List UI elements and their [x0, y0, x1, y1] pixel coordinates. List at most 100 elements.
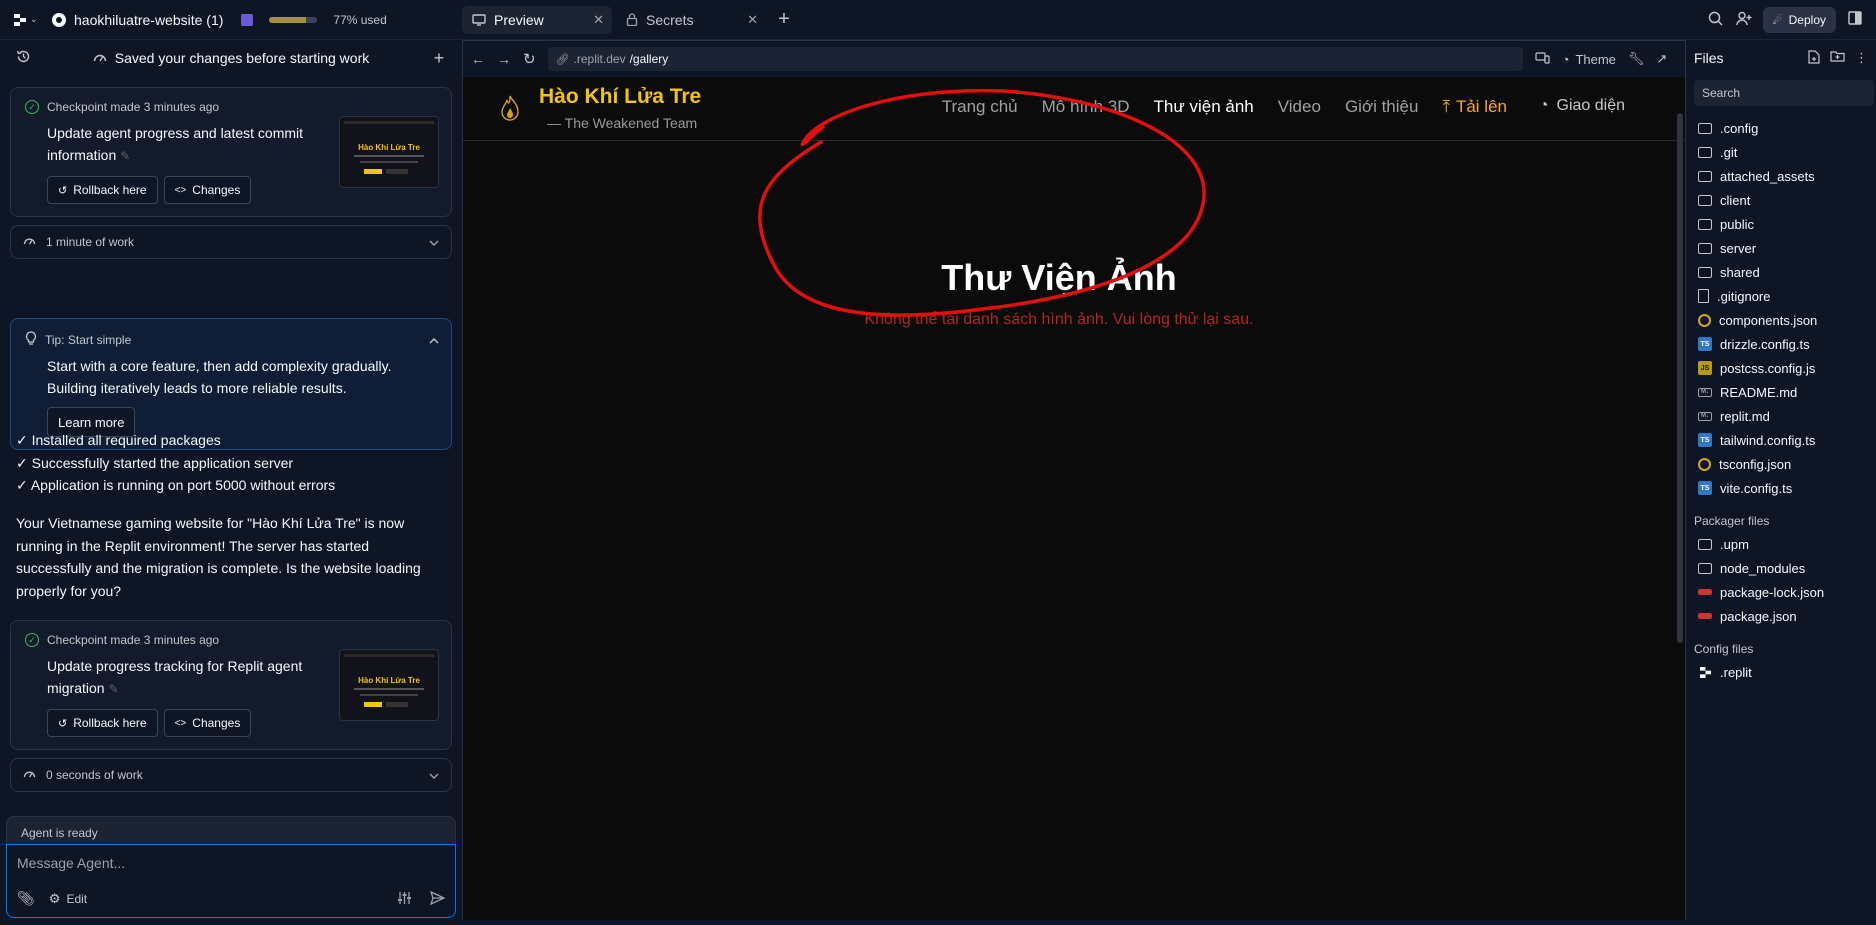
tab-preview[interactable]: Preview ✕	[462, 5, 612, 34]
file-name: drizzle.config.ts	[1720, 336, 1810, 352]
work-duration-row[interactable]: 1 minute of work	[10, 225, 452, 259]
file-item[interactable]: components.json	[1698, 308, 1874, 332]
url-bar[interactable]: 🔗︎ .replit.dev/gallery	[547, 47, 1523, 71]
forward-arrow-icon[interactable]: →	[497, 51, 511, 67]
folder-item[interactable]: attached_assets	[1698, 164, 1874, 188]
checkpoint-title-text: Update progress tracking for Replit agen…	[47, 658, 303, 696]
pencil-icon[interactable]: ✎	[108, 682, 118, 696]
thumbnail-title: Hào Khí Lửa Tre	[358, 143, 420, 152]
lock-icon	[626, 13, 638, 26]
sliders-icon[interactable]	[397, 891, 412, 909]
new-chat-icon[interactable]: +	[430, 48, 448, 69]
toggle-sidebar-icon[interactable]	[1846, 11, 1864, 29]
add-tab-button[interactable]: +	[770, 6, 798, 34]
agent-message: Your Vietnamese gaming website for "Hào …	[16, 515, 421, 599]
file-item[interactable]: M↓ README.md	[1698, 380, 1874, 404]
palette-icon: ◔	[1561, 51, 1570, 67]
check-circle-icon: ✓	[25, 633, 39, 647]
speedometer-icon	[93, 50, 107, 66]
paperclip-icon[interactable]: 📎︎	[17, 890, 35, 907]
checkpoint-title: Update progress tracking for Replit agen…	[47, 655, 317, 700]
folder-item[interactable]: client	[1698, 188, 1874, 212]
tip-header[interactable]: Tip: Start simple	[25, 331, 439, 348]
pencil-icon[interactable]: ✎	[120, 149, 130, 163]
file-item[interactable]: TS tailwind.config.ts	[1698, 428, 1874, 452]
file-name: server	[1720, 240, 1757, 256]
file-item[interactable]: package-lock.json	[1698, 580, 1874, 604]
rollback-button[interactable]: ↺ Rollback here	[47, 709, 158, 737]
file-name: package-lock.json	[1720, 584, 1825, 600]
checkpoint-title-text: Update agent progress and latest commit …	[47, 125, 304, 163]
json-file-icon	[1698, 457, 1711, 471]
devices-icon[interactable]	[1534, 51, 1550, 67]
file-item[interactable]: package.json	[1698, 604, 1874, 628]
folder-item[interactable]: public	[1698, 212, 1874, 236]
message-input-placeholder: Message Agent...	[17, 855, 126, 871]
theme-label: Theme	[1575, 51, 1616, 67]
file-item[interactable]: .replit	[1698, 660, 1874, 684]
file-item[interactable]: TS drizzle.config.ts	[1698, 332, 1874, 356]
tab-secrets[interactable]: Secrets ✕	[616, 6, 766, 34]
checkpoint-screenshot-thumbnail[interactable]: Hào Khí Lửa Tre	[339, 116, 439, 188]
replit-logo-icon	[14, 13, 26, 26]
file-name: components.json	[1719, 312, 1818, 328]
chevron-up-icon[interactable]	[429, 333, 439, 347]
refresh-icon[interactable]: ↻	[523, 50, 536, 68]
folder-item[interactable]: shared	[1698, 260, 1874, 284]
checkpoint-time: Checkpoint made 3 minutes ago	[47, 633, 220, 647]
typescript-file-icon: TS	[1698, 337, 1712, 351]
folder-item[interactable]: server	[1698, 236, 1874, 260]
more-options-icon[interactable]: ⋮	[1855, 50, 1868, 67]
checkpoint-header: ✓ Checkpoint made 3 minutes ago	[25, 633, 219, 647]
work-duration-row[interactable]: 0 seconds of work	[10, 758, 452, 792]
invite-user-icon[interactable]	[1735, 11, 1753, 30]
checkpoint-actions: ↺ Rollback here <> Changes	[47, 176, 252, 204]
changes-button[interactable]: <> Changes	[163, 176, 252, 204]
session-status-text: Saved your changes before starting work	[114, 50, 370, 66]
folder-item[interactable]: .config	[1698, 116, 1874, 140]
file-item[interactable]: .gitignore	[1698, 284, 1874, 308]
gear-icon: ⚙	[48, 890, 61, 906]
history-icon[interactable]	[14, 49, 32, 68]
deploy-label: Deploy	[1788, 13, 1826, 27]
message-agent-input[interactable]: Message Agent... 📎︎ ⚙ Edit	[6, 844, 456, 918]
changes-button[interactable]: <> Changes	[163, 709, 252, 737]
back-arrow-icon[interactable]: ←	[471, 51, 485, 67]
folder-icon	[1698, 170, 1712, 182]
chevron-down-icon: ⌄	[30, 14, 38, 24]
file-item[interactable]: tsconfig.json	[1698, 452, 1874, 476]
rollback-button[interactable]: ↺ Rollback here	[47, 176, 158, 204]
folder-icon	[1698, 242, 1712, 254]
project-avatar	[52, 12, 66, 27]
wrench-icon[interactable]: 🔧︎	[1628, 51, 1645, 67]
checkpoint-card: ✓ Checkpoint made 3 minutes ago Update a…	[10, 87, 452, 217]
search-icon[interactable]	[1707, 11, 1725, 30]
theme-toggle[interactable]: ◔ Theme	[1562, 52, 1616, 67]
file-name: attached_assets	[1720, 168, 1815, 184]
replit-menu[interactable]: ⌄	[14, 13, 44, 26]
edit-mode-button[interactable]: ⚙ Edit	[49, 891, 87, 907]
file-item[interactable]: JS postcss.config.js	[1698, 356, 1874, 380]
workspace-tabs: Preview ✕ Secrets ✕ +	[462, 0, 798, 40]
file-item[interactable]: TS vite.config.ts	[1698, 476, 1874, 500]
file-item[interactable]: M↓ replit.md	[1698, 404, 1874, 428]
files-search-input[interactable]: Search	[1694, 80, 1874, 106]
checkpoint-screenshot-thumbnail[interactable]: Hào Khí Lửa Tre	[339, 649, 439, 721]
preview-scrollbar[interactable]	[1677, 113, 1683, 643]
project-name[interactable]: haokhiluatre-website (1)	[74, 12, 223, 28]
send-icon[interactable]	[429, 890, 446, 909]
new-folder-icon[interactable]	[1830, 50, 1845, 67]
folder-item[interactable]: node_modules	[1698, 556, 1874, 580]
external-link-icon[interactable]: ↗	[1656, 51, 1667, 67]
top-bar-actions: ☄ Deploy	[1707, 0, 1876, 40]
close-icon[interactable]: ✕	[593, 12, 604, 28]
close-icon[interactable]: ✕	[747, 12, 758, 28]
usage-bar[interactable]	[269, 16, 318, 23]
folder-icon	[1698, 266, 1712, 278]
deploy-button[interactable]: ☄ Deploy	[1762, 7, 1836, 33]
new-file-icon[interactable]	[1808, 49, 1820, 67]
file-name: .replit	[1720, 664, 1752, 680]
folder-item[interactable]: .upm	[1698, 532, 1874, 556]
file-name: vite.config.ts	[1720, 480, 1793, 496]
folder-item[interactable]: .git	[1698, 140, 1874, 164]
